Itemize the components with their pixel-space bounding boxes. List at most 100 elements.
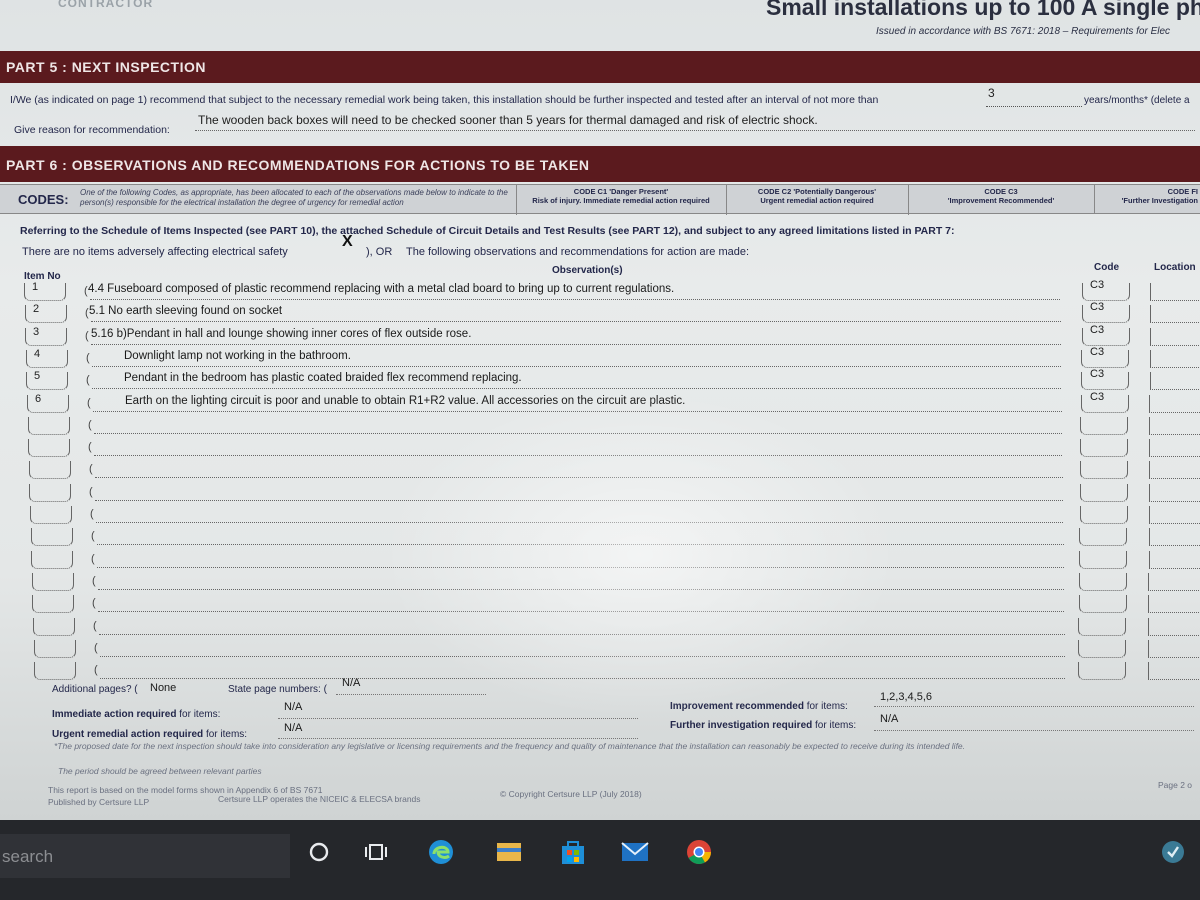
code-field[interactable] <box>1079 528 1128 546</box>
location-field[interactable] <box>1148 506 1200 524</box>
state-page-numbers-value[interactable]: N/A <box>342 677 360 689</box>
immediate-action-value[interactable]: N/A <box>284 701 302 713</box>
location-field[interactable] <box>1149 439 1200 457</box>
code-field[interactable] <box>1078 573 1127 591</box>
location-field[interactable] <box>1148 528 1200 546</box>
observation-text[interactable]: Earth on the lighting circuit is poor an… <box>125 395 685 407</box>
urgent-action-value[interactable]: N/A <box>284 722 302 734</box>
additional-pages-value[interactable]: None <box>150 682 176 694</box>
code-field[interactable] <box>1081 328 1130 346</box>
item-number-field[interactable] <box>31 528 73 546</box>
code-field[interactable] <box>1078 640 1126 658</box>
observation-text[interactable]: Downlight lamp not working in the bathro… <box>124 350 351 362</box>
code-field[interactable] <box>1080 395 1129 413</box>
location-field[interactable] <box>1148 618 1200 636</box>
chrome-icon[interactable] <box>678 832 720 872</box>
item-number-field[interactable] <box>32 595 74 613</box>
observation-field-line <box>91 321 1061 322</box>
observation-field-line <box>98 611 1064 612</box>
item-number-field[interactable] <box>29 484 71 502</box>
page-number: Page 2 o <box>1158 780 1193 790</box>
no-items-checkbox-mark[interactable]: X <box>342 233 353 251</box>
code-field[interactable] <box>1081 305 1130 323</box>
observation-code: C3 <box>1090 324 1105 336</box>
location-field[interactable] <box>1148 595 1200 613</box>
location-field[interactable] <box>1148 640 1200 658</box>
observation-field-line <box>97 544 1064 545</box>
reason-value[interactable]: The wooden back boxes will need to be ch… <box>198 113 818 127</box>
location-field[interactable] <box>1150 283 1200 301</box>
observation-row: ( <box>0 662 1200 682</box>
interval-unit: years/months* (delete a <box>1084 95 1190 106</box>
item-number-field[interactable] <box>34 662 76 680</box>
codes-description: One of the following Codes, as appropria… <box>80 188 508 207</box>
item-number-field[interactable] <box>27 395 69 413</box>
location-field[interactable] <box>1149 328 1200 346</box>
observation-field-bracket: ( <box>88 419 92 431</box>
location-field[interactable] <box>1148 662 1200 680</box>
edge-icon[interactable] <box>420 832 462 872</box>
store-icon[interactable] <box>552 832 594 872</box>
system-tray-icon[interactable] <box>1152 832 1194 872</box>
improvement-value[interactable]: 1,2,3,4,5,6 <box>880 691 932 703</box>
code-field[interactable] <box>1078 662 1126 680</box>
further-investigation-value[interactable]: N/A <box>880 713 898 725</box>
location-field[interactable] <box>1149 350 1200 368</box>
mail-icon[interactable] <box>614 832 656 872</box>
item-number-field[interactable] <box>34 640 76 658</box>
code-field[interactable] <box>1080 461 1128 479</box>
observation-text[interactable]: 5.16 b)Pendant in hall and lounge showin… <box>91 328 471 340</box>
observation-field-bracket: ( <box>90 508 94 520</box>
interval-value[interactable]: 3 <box>988 86 995 100</box>
state-page-numbers-line <box>336 694 486 695</box>
observation-field-bracket: ( <box>89 486 93 498</box>
observation-field-line <box>94 455 1062 456</box>
location-field[interactable] <box>1149 395 1200 413</box>
location-field[interactable] <box>1149 484 1200 502</box>
item-number-field[interactable] <box>25 328 67 346</box>
code-field[interactable] <box>1080 484 1128 502</box>
code-field[interactable] <box>1078 595 1127 613</box>
code-field[interactable] <box>1080 439 1129 457</box>
item-number-field[interactable] <box>31 551 73 569</box>
urgent-for-items: for items: <box>205 729 248 740</box>
code-c1-desc: Risk of injury. Immediate remedial actio… <box>532 196 710 205</box>
item-number-field[interactable] <box>26 372 68 390</box>
item-number-field[interactable] <box>28 439 70 457</box>
location-field[interactable] <box>1148 573 1200 591</box>
item-number: 3 <box>33 326 40 338</box>
location-field[interactable] <box>1149 461 1200 479</box>
item-number-field[interactable] <box>28 417 70 435</box>
item-number-field[interactable] <box>33 618 75 636</box>
code-field[interactable] <box>1079 551 1128 569</box>
cortana-icon[interactable] <box>298 832 340 872</box>
item-number-field[interactable] <box>29 461 71 479</box>
location-field[interactable] <box>1149 372 1200 390</box>
item-number-field[interactable] <box>26 350 68 368</box>
code-field[interactable] <box>1080 417 1129 435</box>
observation-field-bracket: ( <box>94 664 98 676</box>
location-field[interactable] <box>1148 551 1200 569</box>
code-field[interactable] <box>1081 372 1130 390</box>
observation-text[interactable]: 4.4 Fuseboard composed of plastic recomm… <box>88 283 674 295</box>
further-for-items: for items: <box>815 720 857 731</box>
location-field[interactable] <box>1149 417 1200 435</box>
code-field[interactable] <box>1081 350 1130 368</box>
item-number-field[interactable] <box>30 506 72 524</box>
search-box[interactable]: search <box>0 834 290 878</box>
location-field[interactable] <box>1149 305 1200 323</box>
code-field[interactable] <box>1079 506 1128 524</box>
file-explorer-icon[interactable] <box>488 832 530 872</box>
item-number-field[interactable] <box>24 283 66 301</box>
observation-row: ( <box>0 439 1200 459</box>
observation-field-bracket: ( <box>86 374 90 386</box>
task-view-icon[interactable] <box>356 832 398 872</box>
observation-text[interactable]: 5.1 No earth sleeving found on socket <box>89 305 282 317</box>
observation-field-bracket: ( <box>92 575 96 587</box>
search-placeholder: search <box>2 847 54 866</box>
item-number-field[interactable] <box>32 573 74 591</box>
observation-text[interactable]: Pendant in the bedroom has plastic coate… <box>124 372 522 384</box>
code-fi-desc: 'Further Investigation <box>1121 196 1198 205</box>
code-field[interactable] <box>1078 618 1127 636</box>
item-number-field[interactable] <box>25 305 67 323</box>
